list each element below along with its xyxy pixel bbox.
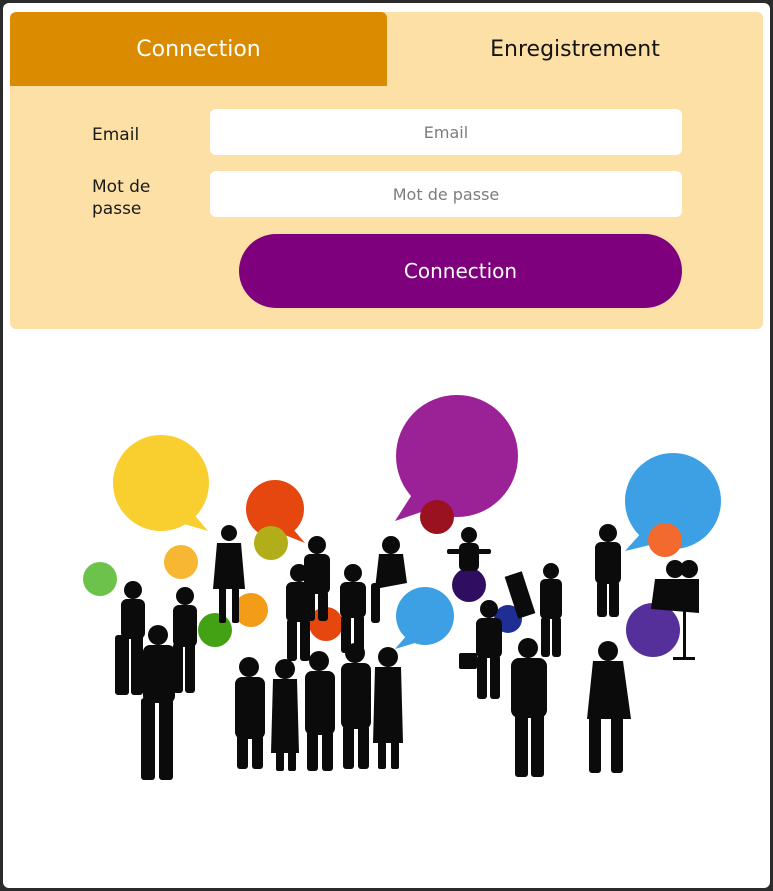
app-window: Connection Enregistrement Email Mot de p… [3, 3, 770, 888]
password-field[interactable] [210, 171, 682, 217]
people-speech-bubbles-illustration [83, 390, 726, 780]
connection-button[interactable]: Connection [239, 234, 682, 308]
tab-enregistrement[interactable]: Enregistrement [387, 12, 763, 86]
auth-card: Connection Enregistrement Email Mot de p… [10, 12, 763, 329]
password-label: Mot de passe [92, 177, 151, 219]
people-silhouettes [115, 524, 699, 780]
tab-connection[interactable]: Connection [10, 12, 387, 86]
email-field[interactable] [210, 109, 682, 155]
email-label: Email [92, 125, 140, 145]
